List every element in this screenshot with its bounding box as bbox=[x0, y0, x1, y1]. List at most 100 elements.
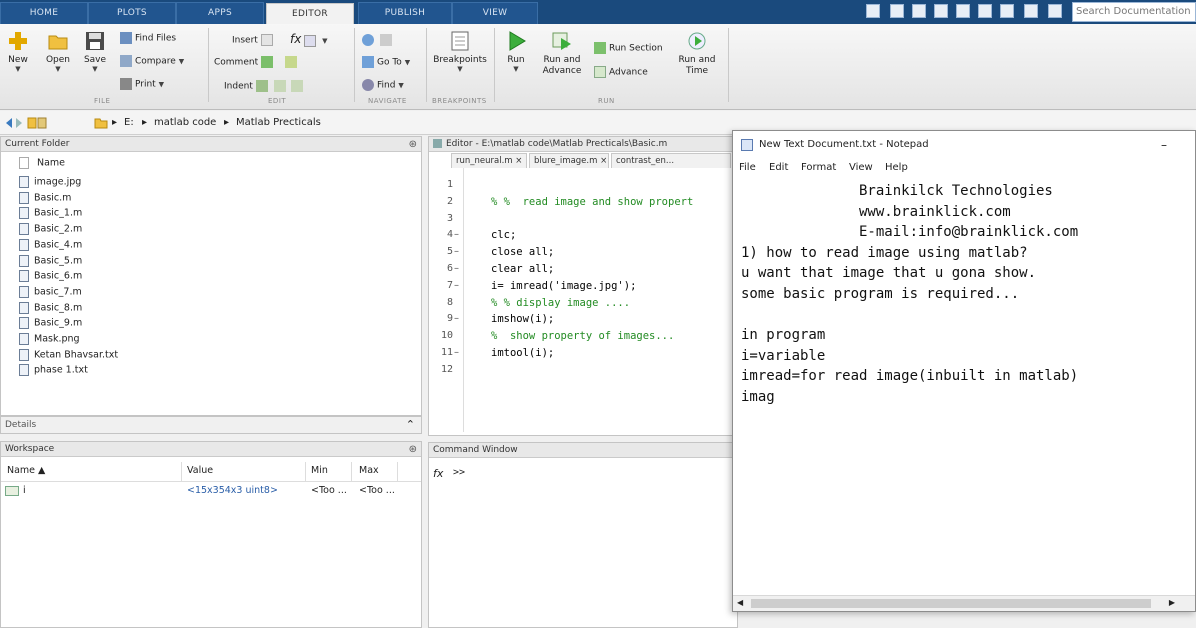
decrease-indent-icon bbox=[291, 80, 304, 92]
file-list-item[interactable]: Basic_5.m bbox=[19, 254, 82, 270]
menu-file[interactable]: File bbox=[739, 162, 756, 173]
indent-icon bbox=[255, 80, 268, 92]
function-browser-icon[interactable]: fx bbox=[433, 467, 443, 480]
file-list-item[interactable]: phase 1.txt bbox=[19, 364, 88, 379]
file-list-item[interactable]: Basic_6.m bbox=[19, 270, 82, 285]
indent-button[interactable]: Indent bbox=[224, 80, 306, 92]
comment-button[interactable]: Comment bbox=[214, 56, 300, 68]
insert-button[interactable]: Insert bbox=[232, 34, 276, 46]
col-value[interactable]: Value bbox=[187, 465, 213, 476]
menu-edit[interactable]: Edit bbox=[769, 162, 788, 173]
file-icon bbox=[19, 333, 29, 345]
find-button[interactable]: Find ▼ bbox=[362, 79, 404, 91]
file-list-item[interactable]: Basic_9.m bbox=[19, 317, 82, 332]
col-name[interactable]: Name ▲ bbox=[7, 465, 45, 476]
new-button[interactable]: New ▼ bbox=[4, 30, 32, 73]
quick-access-cut-icon[interactable] bbox=[912, 4, 926, 18]
editor-icon bbox=[433, 139, 442, 148]
go-back-button[interactable] bbox=[362, 34, 395, 46]
breakpoint-marker[interactable]: – bbox=[454, 263, 459, 274]
quick-access-redo-icon[interactable] bbox=[1000, 4, 1014, 18]
find-files-icon bbox=[120, 32, 132, 44]
current-folder-panel: Current Folder ⊛ Name image.jpg Basic.m Ba… bbox=[0, 136, 422, 416]
notepad-text-area[interactable]: Brainkilck Technologies www.brainklick.c… bbox=[741, 181, 1181, 408]
file-list-item[interactable]: basic_7.m bbox=[19, 285, 82, 301]
scroll-right-icon[interactable]: ▶ bbox=[1169, 598, 1175, 607]
notepad-titlebar: New Text Document.txt - Notepad – bbox=[733, 131, 1195, 159]
breakpoint-marker[interactable]: – bbox=[454, 347, 459, 358]
file-list-item[interactable]: Basic.m bbox=[19, 191, 71, 207]
quick-access-save-icon[interactable] bbox=[890, 4, 904, 18]
insert-icon bbox=[260, 34, 273, 46]
col-min[interactable]: Min bbox=[311, 465, 328, 476]
tab-view[interactable]: VIEW bbox=[452, 2, 538, 24]
wrap-comment-icon bbox=[284, 56, 297, 68]
quick-access-icon-1[interactable] bbox=[866, 4, 880, 18]
file-list-item[interactable]: Mask.png bbox=[19, 333, 80, 348]
details-panel[interactable]: Details ⌃ bbox=[0, 416, 422, 434]
run-and-time-button[interactable]: Run and Time bbox=[672, 30, 722, 77]
quick-access-copy-icon[interactable] bbox=[934, 4, 948, 18]
file-list-item[interactable]: Basic_1.m bbox=[19, 207, 82, 222]
fx-button[interactable]: fx ▼ bbox=[290, 32, 327, 47]
path-drive[interactable]: E: bbox=[124, 117, 134, 128]
group-label-run: RUN bbox=[598, 97, 615, 105]
find-files-button[interactable]: Find Files bbox=[120, 32, 176, 44]
table-row[interactable]: i <15x354x3 uint8> <Too ... <Too ... bbox=[1, 484, 421, 500]
tab-apps[interactable]: APPS bbox=[176, 2, 264, 24]
breakpoint-marker[interactable]: – bbox=[454, 246, 459, 257]
column-header-name[interactable]: Name bbox=[19, 157, 65, 169]
horizontal-scrollbar[interactable]: ◀ ▶ bbox=[733, 595, 1195, 611]
breakpoint-marker[interactable]: – bbox=[454, 280, 459, 291]
line-number: 5 bbox=[446, 246, 453, 258]
navigation-arrows-icon[interactable] bbox=[4, 116, 48, 130]
file-list-item[interactable]: image.jpg bbox=[19, 176, 81, 191]
breakpoints-button[interactable]: Breakpoints ▼ bbox=[432, 30, 488, 73]
menu-view[interactable]: View bbox=[849, 162, 873, 173]
path-folder-matlab-precticals[interactable]: Matlab Precticals bbox=[236, 117, 321, 128]
quick-access-paste-icon[interactable] bbox=[956, 4, 970, 18]
quick-access-switch-icon[interactable] bbox=[1024, 4, 1038, 18]
tab-publish[interactable]: PUBLISH bbox=[358, 2, 452, 24]
menu-help[interactable]: Help bbox=[885, 162, 908, 173]
editor-tab-contrast[interactable]: contrast_en... bbox=[611, 153, 731, 168]
file-list-item[interactable]: Basic_4.m bbox=[19, 238, 82, 254]
run-section-button[interactable]: Run Section bbox=[594, 42, 663, 54]
help-icon[interactable] bbox=[1048, 4, 1062, 18]
editor-tab-run-neural[interactable]: run_neural.m × bbox=[451, 153, 527, 168]
line-number: 11 bbox=[440, 347, 453, 358]
line-number: 2 bbox=[446, 195, 453, 207]
minimize-icon[interactable]: – bbox=[1161, 131, 1167, 159]
command-prompt[interactable]: >> bbox=[453, 467, 465, 478]
file-list-item[interactable]: Basic_8.m bbox=[19, 301, 82, 317]
col-max[interactable]: Max bbox=[359, 465, 379, 476]
run-and-advance-button[interactable]: Run and Advance bbox=[538, 30, 586, 77]
file-list-item[interactable]: Basic_2.m bbox=[19, 223, 82, 238]
save-button[interactable]: Save ▼ bbox=[80, 30, 110, 73]
panel-menu-icon[interactable]: ⊛ bbox=[409, 138, 417, 152]
breakpoint-marker[interactable]: – bbox=[454, 313, 459, 324]
tab-plots[interactable]: PLOTS bbox=[88, 2, 176, 24]
advance-button[interactable]: Advance bbox=[594, 66, 648, 78]
print-button[interactable]: Print ▼ bbox=[120, 78, 164, 90]
code-area[interactable]: 1 2% % read image and show propert 3 4– clc;… bbox=[429, 173, 737, 433]
path-folder-matlab-code[interactable]: matlab code bbox=[154, 117, 216, 128]
chevron-up-icon[interactable]: ⌃ bbox=[406, 418, 415, 431]
tab-home[interactable]: HOME bbox=[0, 2, 88, 24]
quick-access-undo-icon[interactable] bbox=[978, 4, 992, 18]
breakpoint-marker[interactable]: – bbox=[454, 229, 459, 240]
run-button[interactable]: Run ▼ bbox=[502, 30, 530, 73]
file-list-item[interactable]: Ketan Bhavsar.txt bbox=[19, 348, 118, 364]
tab-editor[interactable]: EDITOR bbox=[266, 3, 354, 25]
go-to-button[interactable]: Go To ▼ bbox=[362, 56, 410, 68]
compare-button[interactable]: Compare ▼ bbox=[120, 55, 184, 67]
scrollbar-thumb[interactable] bbox=[751, 599, 1151, 608]
search-documentation-input[interactable]: Search Documentation bbox=[1072, 2, 1196, 22]
code-line: % show property of images... bbox=[491, 330, 675, 343]
editor-tab-blure-image[interactable]: blure_image.m × bbox=[529, 153, 609, 168]
open-button[interactable]: Open ▼ bbox=[42, 30, 74, 73]
panel-menu-icon[interactable]: ⊛ bbox=[409, 443, 417, 457]
scroll-left-icon[interactable]: ◀ bbox=[737, 598, 743, 607]
file-icon bbox=[19, 238, 29, 251]
menu-format[interactable]: Format bbox=[801, 162, 836, 173]
